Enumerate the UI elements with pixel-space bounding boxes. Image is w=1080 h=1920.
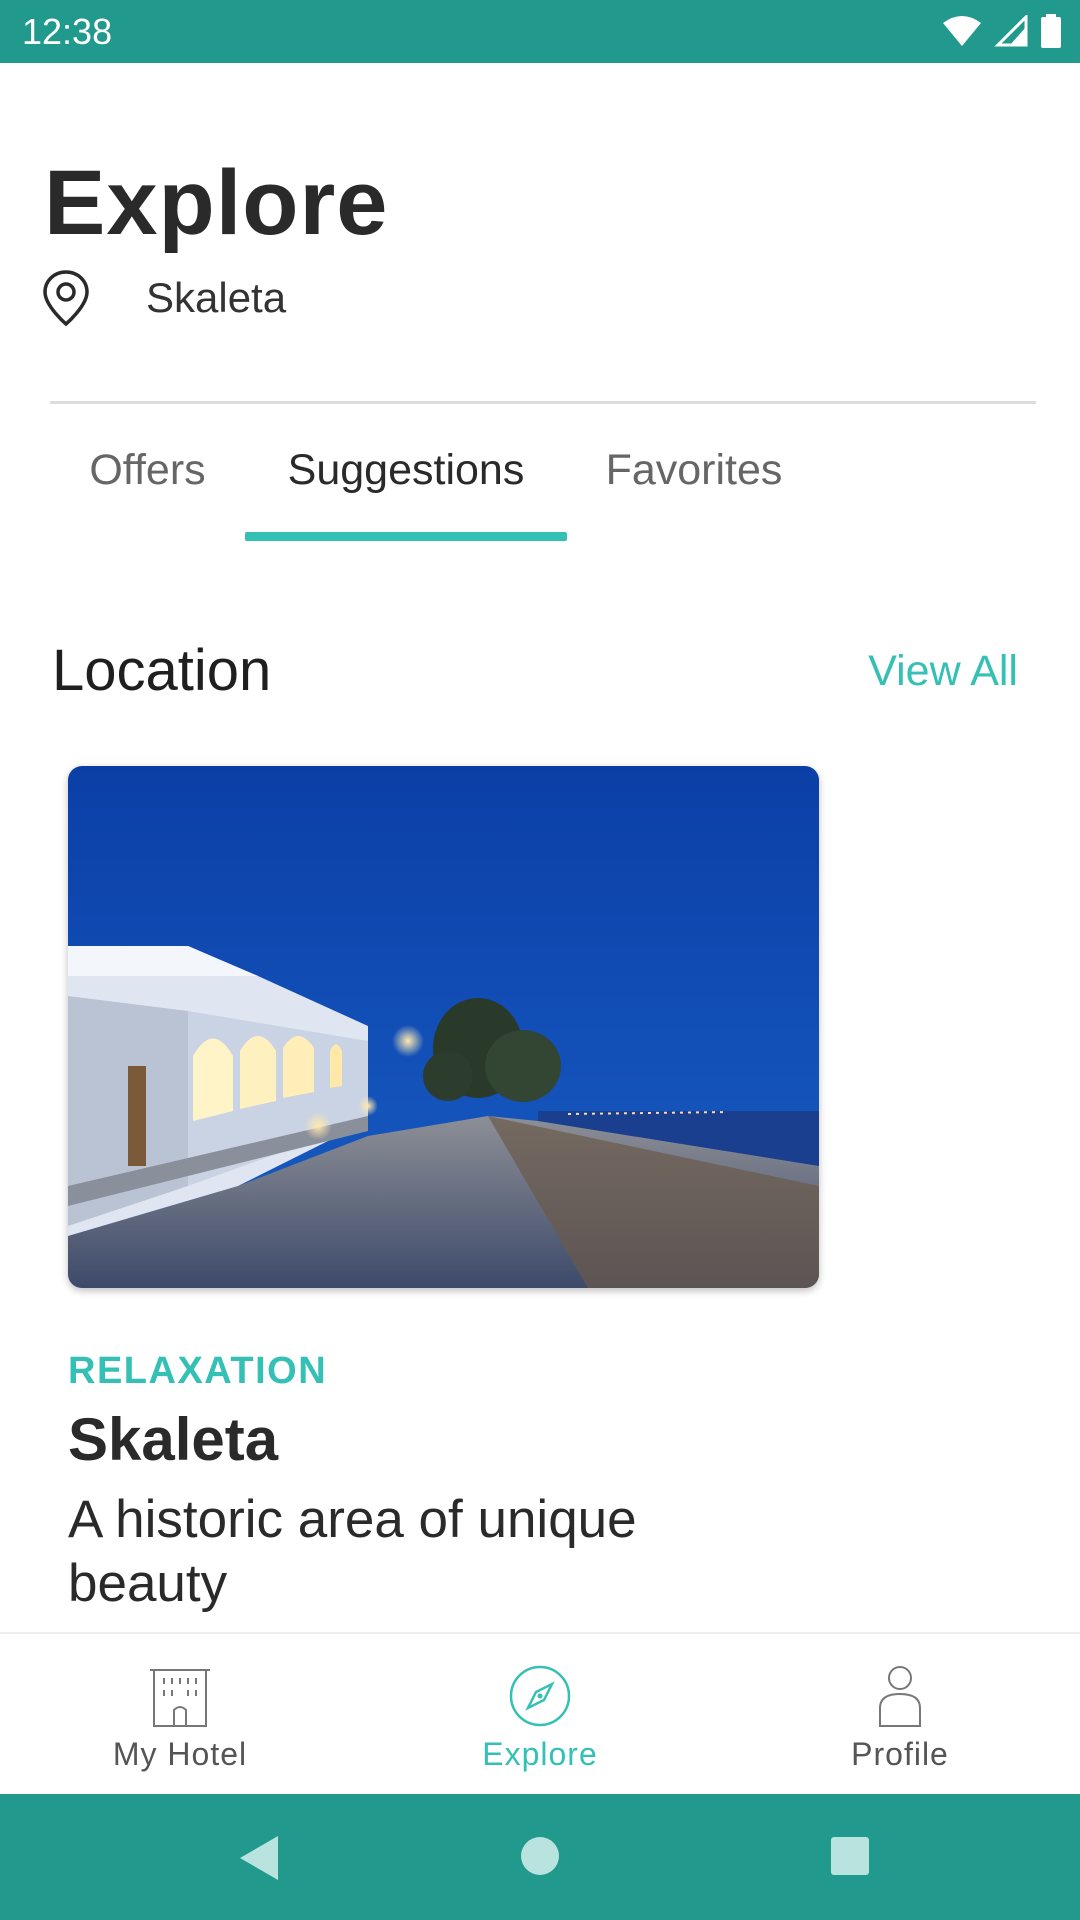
tab-suggestions[interactable]: Suggestions [245,430,567,540]
status-time: 12:38 [22,11,113,52]
recents-icon[interactable] [830,1836,870,1876]
nav-label-profile: Profile [851,1736,949,1772]
active-tab-indicator [245,532,567,541]
cellular-signal-icon [994,15,1028,47]
person-icon [879,1666,921,1727]
view-all-link[interactable]: View All [868,645,1018,697]
status-icons [942,14,1062,48]
battery-icon [1041,14,1061,48]
coastal-village-night-photo [68,766,819,1288]
tab-favorites[interactable]: Favorites [567,430,821,540]
map-pin-icon [43,270,89,327]
header-divider [50,401,1036,404]
home-icon[interactable] [520,1836,560,1876]
card-description: A historic area of unique beauty [68,1490,637,1613]
nav-profile[interactable]: Profile [720,1634,1080,1796]
location-card[interactable] [68,766,819,1288]
location-label: Skaleta [146,274,287,321]
app-screen: 12:38 Explore Skaleta Offers Suggestions [0,0,1080,1920]
section-title: Location [52,638,272,703]
card-category: RELAXATION [68,1350,328,1392]
nav-explore[interactable]: Explore [360,1634,720,1796]
back-icon[interactable] [236,1834,282,1882]
nav-label-my-hotel: My Hotel [112,1736,248,1772]
hotel-building-icon [150,1669,210,1727]
location-row[interactable]: Skaleta [40,268,286,328]
status-bar: 12:38 [0,0,1080,63]
nav-my-hotel[interactable]: My Hotel [0,1634,360,1796]
wifi-icon [943,16,981,46]
card-title: Skaleta [68,1406,279,1473]
page-title: Explore [44,152,389,254]
compass-icon [509,1665,571,1727]
tab-offers[interactable]: Offers [50,430,245,540]
bottom-navigation: My Hotel Explore Profile [0,1632,1080,1796]
nav-label-explore: Explore [482,1736,598,1772]
system-navigation-bar [0,1794,1080,1920]
